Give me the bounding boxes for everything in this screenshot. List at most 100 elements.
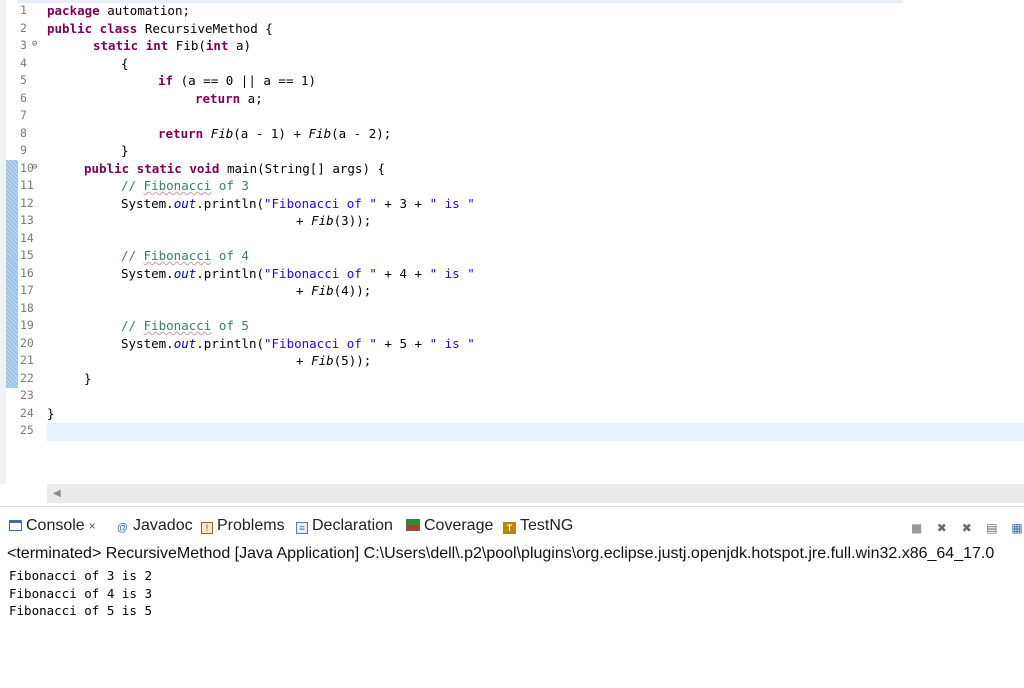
code-line: return a; <box>195 90 263 108</box>
tab-javadoc[interactable]: @ Javadoc <box>116 516 193 536</box>
tab-label: Console <box>26 517 85 534</box>
problems-icon: ! <box>201 522 213 534</box>
method-call: Fib <box>210 125 234 141</box>
tab-label: Declaration <box>312 517 393 534</box>
line-number: 22 <box>20 370 34 385</box>
line-number: 11 <box>20 178 34 192</box>
string-literal: "Fibonacci of " <box>264 265 377 281</box>
line-number: 1 <box>20 3 27 17</box>
code-text: .println( <box>196 265 264 281</box>
line-number: 25 <box>20 423 34 437</box>
close-icon[interactable]: × <box>89 519 96 533</box>
console-toolbar: ■ ✖ ✖ ▤ ▦ <box>904 517 1024 535</box>
code-line: } <box>47 405 55 421</box>
comment-line: // Fibonacci of 5 <box>121 317 249 335</box>
code-text: + <box>296 283 312 298</box>
line-number: 6 <box>20 90 27 105</box>
comment-text: // <box>121 178 144 193</box>
comment-text: of 4 <box>211 248 249 263</box>
string-literal: "Fibonacci of " <box>264 195 377 211</box>
line-number: 12 <box>20 195 34 210</box>
method-call: Fib <box>311 213 334 228</box>
string-literal: " is " <box>429 335 475 351</box>
line-number: 19 <box>20 318 34 332</box>
panel-tab-bar: Console × @ Javadoc ! Problems ≡ Declaration… <box>0 507 1024 542</box>
code-text: automation; <box>99 3 190 18</box>
code-line: + Fib(5)); <box>296 352 371 370</box>
keyword: public static void <box>84 160 220 176</box>
console-output-line: Fibonacci of 4 is 3 <box>9 585 152 601</box>
code-text: + 4 + <box>376 265 430 281</box>
code-text: System. <box>121 195 174 211</box>
line-number: 15 <box>20 248 34 262</box>
spelling-flagged-word: Fibonacci <box>143 178 212 193</box>
method-call: Fib <box>311 353 334 368</box>
tab-testng[interactable]: T TestNG <box>503 516 573 536</box>
code-text: a) <box>228 38 252 53</box>
code-text: System. <box>121 335 174 351</box>
comment-text: of 3 <box>211 178 249 193</box>
tab-problems[interactable]: ! Problems <box>201 516 285 536</box>
scroll-lock-icon[interactable]: ▦ <box>1010 521 1024 535</box>
keyword: if <box>158 73 174 88</box>
comment-line: // Fibonacci of 3 <box>121 177 249 195</box>
line-number: 14 <box>20 230 34 245</box>
scroll-left-arrow-icon[interactable]: ◀ <box>53 488 61 499</box>
tab-coverage[interactable]: Coverage <box>406 516 493 536</box>
fold-collapse-icon[interactable]: ⊖ <box>32 39 37 49</box>
tab-label: TestNG <box>520 517 574 534</box>
horizontal-scrollbar[interactable]: ◀ <box>47 484 1024 503</box>
code-text: .println( <box>196 195 264 211</box>
line-number: 18 <box>20 300 34 315</box>
scrollbar-corner <box>0 484 47 503</box>
code-line: { <box>121 55 129 71</box>
line-number: 2 <box>20 20 27 35</box>
fold-collapse-icon[interactable]: ⊖ <box>32 162 37 172</box>
method-call: Fib <box>311 283 334 298</box>
code-text: main(String[] args) { <box>219 160 386 176</box>
line-number: 16 <box>20 265 34 280</box>
code-line: if (a == 0 || a == 1) <box>158 72 316 90</box>
tab-console[interactable]: Console × <box>9 516 96 536</box>
tab-declaration[interactable]: ≡ Declaration <box>296 516 393 536</box>
console-panel: Console × @ Javadoc ! Problems ≡ Declaration… <box>0 506 1024 688</box>
code-editor[interactable]: 1 2 3 4 5 6 7 8 9 10 11 12 13 14 15 16 1… <box>0 0 1024 484</box>
line-number: 21 <box>20 353 34 367</box>
code-text: + 3 + <box>376 195 430 211</box>
code-text: + <box>296 213 312 228</box>
code-line: } <box>121 143 129 158</box>
line-number: 23 <box>20 388 34 402</box>
coverage-icon <box>406 519 420 531</box>
code-text: (4)); <box>333 283 372 298</box>
keyword: return <box>158 125 204 141</box>
code-line: static int Fib(int a) <box>93 37 251 55</box>
string-literal: "Fibonacci of " <box>264 335 377 351</box>
line-number: 9 <box>20 143 27 157</box>
code-line: return Fib(a - 1) + Fib(a - 2); <box>158 125 391 143</box>
code-text: (a - 2); <box>331 125 392 141</box>
remove-launch-icon[interactable]: ✖ <box>935 521 949 535</box>
code-line: System.out.println("Fibonacci of " + 5 +… <box>121 335 475 353</box>
remove-all-terminated-icon[interactable]: ✖ <box>960 521 974 535</box>
clear-console-icon[interactable]: ▤ <box>985 521 999 535</box>
code-text: + <box>296 353 312 368</box>
terminate-icon[interactable]: ■ <box>910 521 924 535</box>
javadoc-icon: @ <box>116 522 129 534</box>
console-output-line: Fibonacci of 3 is 2 <box>9 568 152 583</box>
keyword: int <box>205 38 229 53</box>
comment-text: // <box>121 318 144 333</box>
code-line: System.out.println("Fibonacci of " + 3 +… <box>121 195 475 213</box>
code-line: System.out.println("Fibonacci of " + 4 +… <box>121 265 475 283</box>
tab-label: Problems <box>217 517 285 534</box>
code-text-area[interactable]: package automation; public class Recursi… <box>47 2 1024 462</box>
code-text: .println( <box>196 335 264 351</box>
code-text: Fib( <box>168 38 206 53</box>
code-line: } <box>84 370 92 386</box>
code-text: System. <box>121 265 174 281</box>
line-number: 4 <box>20 55 27 70</box>
line-number: 8 <box>20 125 27 140</box>
comment-text: // <box>121 248 144 263</box>
keyword: public class <box>47 20 138 36</box>
console-output[interactable]: Fibonacci of 3 is 2 Fibonacci of 4 is 3 … <box>9 567 1009 620</box>
